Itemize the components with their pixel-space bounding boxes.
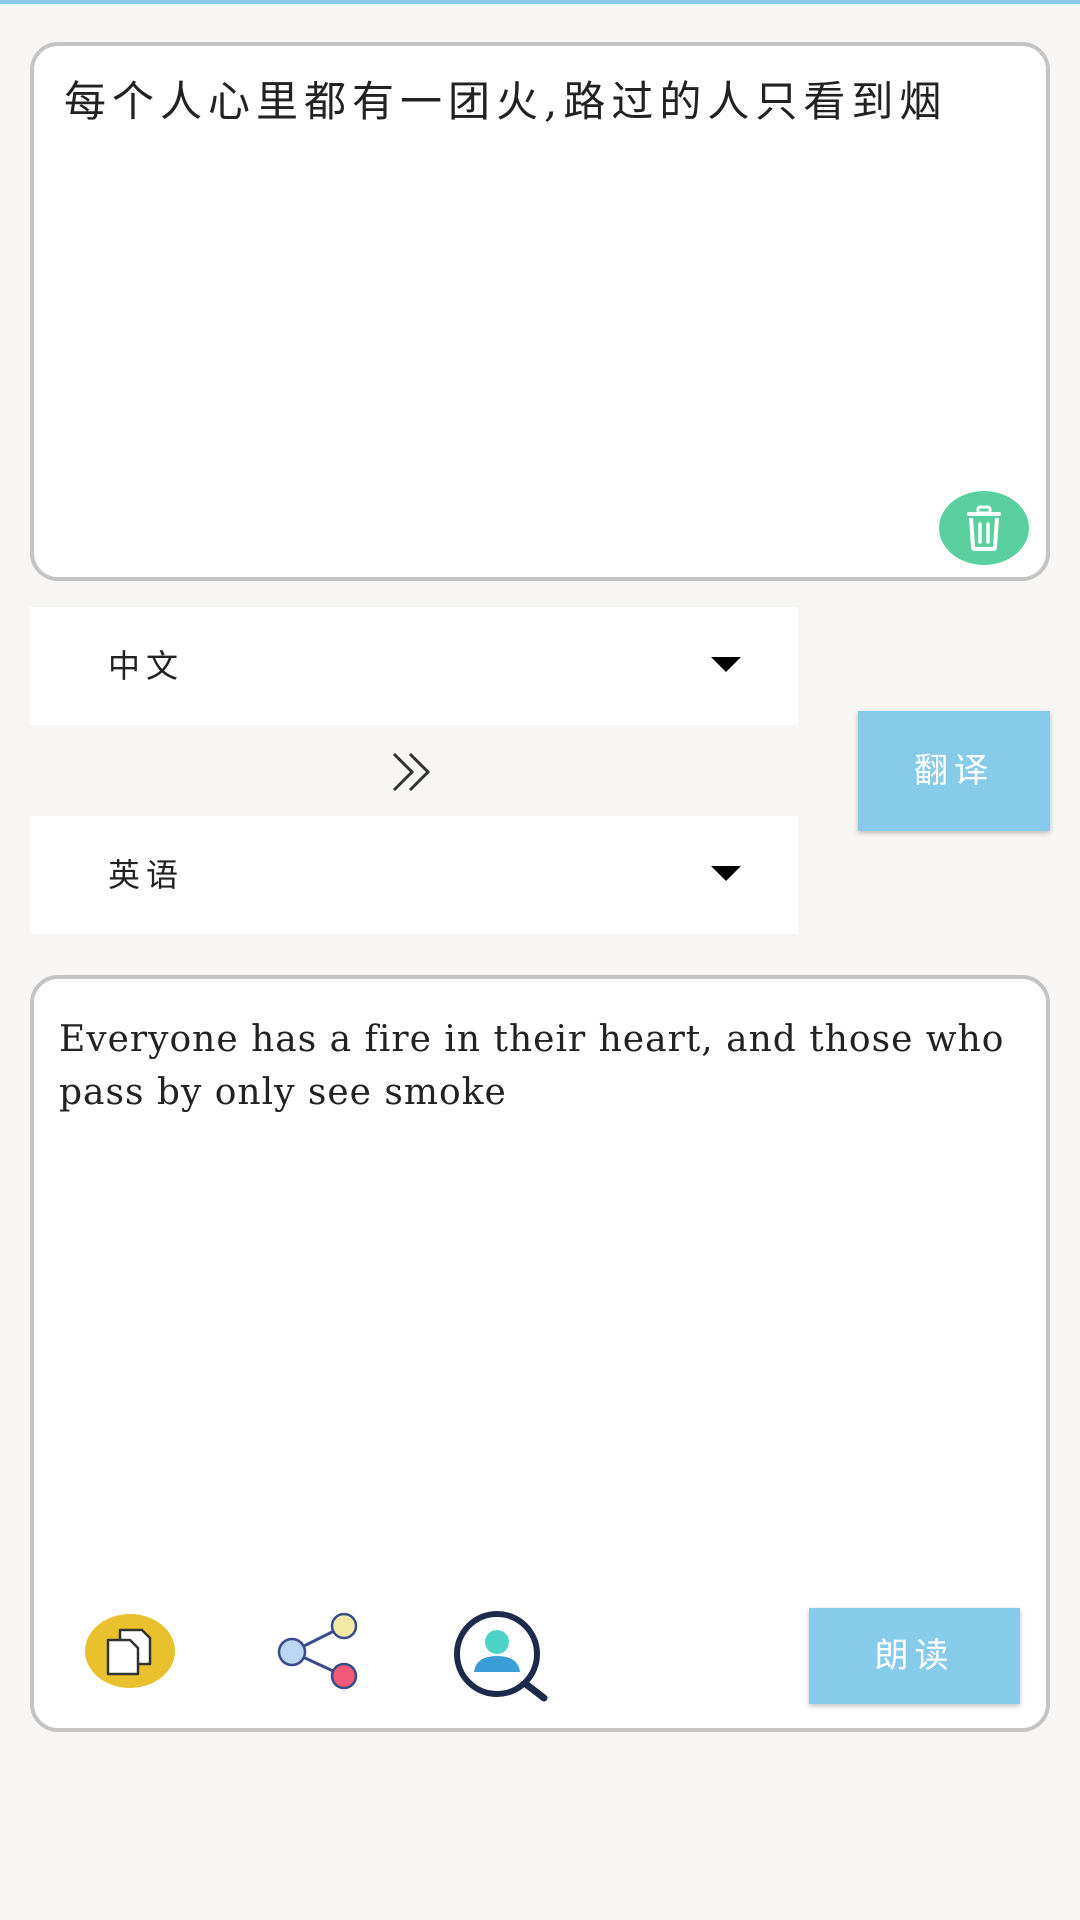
source-language-select[interactable]: 中文 <box>30 607 798 725</box>
target-language-label: 英语 <box>108 856 185 894</box>
target-language-select[interactable]: 英语 <box>30 816 798 934</box>
top-accent-line <box>0 0 1080 4</box>
read-aloud-button[interactable]: 朗读 <box>809 1608 1020 1704</box>
share-button[interactable] <box>272 1612 372 1692</box>
share-icon <box>277 1612 358 1690</box>
trash-icon <box>967 505 1001 551</box>
copy-button[interactable] <box>84 1612 176 1690</box>
source-language-label: 中文 <box>108 647 185 685</box>
result-text: Everyone has a fire in their heart, and … <box>59 1019 1005 1113</box>
dropdown-caret-icon <box>711 866 741 881</box>
search-button[interactable] <box>452 1610 554 1702</box>
clear-button[interactable] <box>939 491 1029 565</box>
chevron-double-right-icon <box>392 752 431 792</box>
user-search-icon <box>454 1611 548 1702</box>
source-text-input[interactable]: 每个人心里都有一团火,路过的人只看到烟 <box>64 76 1006 128</box>
copy-icon <box>85 1614 175 1688</box>
source-text-box[interactable]: 每个人心里都有一团火,路过的人只看到烟 <box>30 42 1050 581</box>
translate-button[interactable]: 翻译 <box>858 711 1050 831</box>
dropdown-caret-icon <box>711 657 741 672</box>
